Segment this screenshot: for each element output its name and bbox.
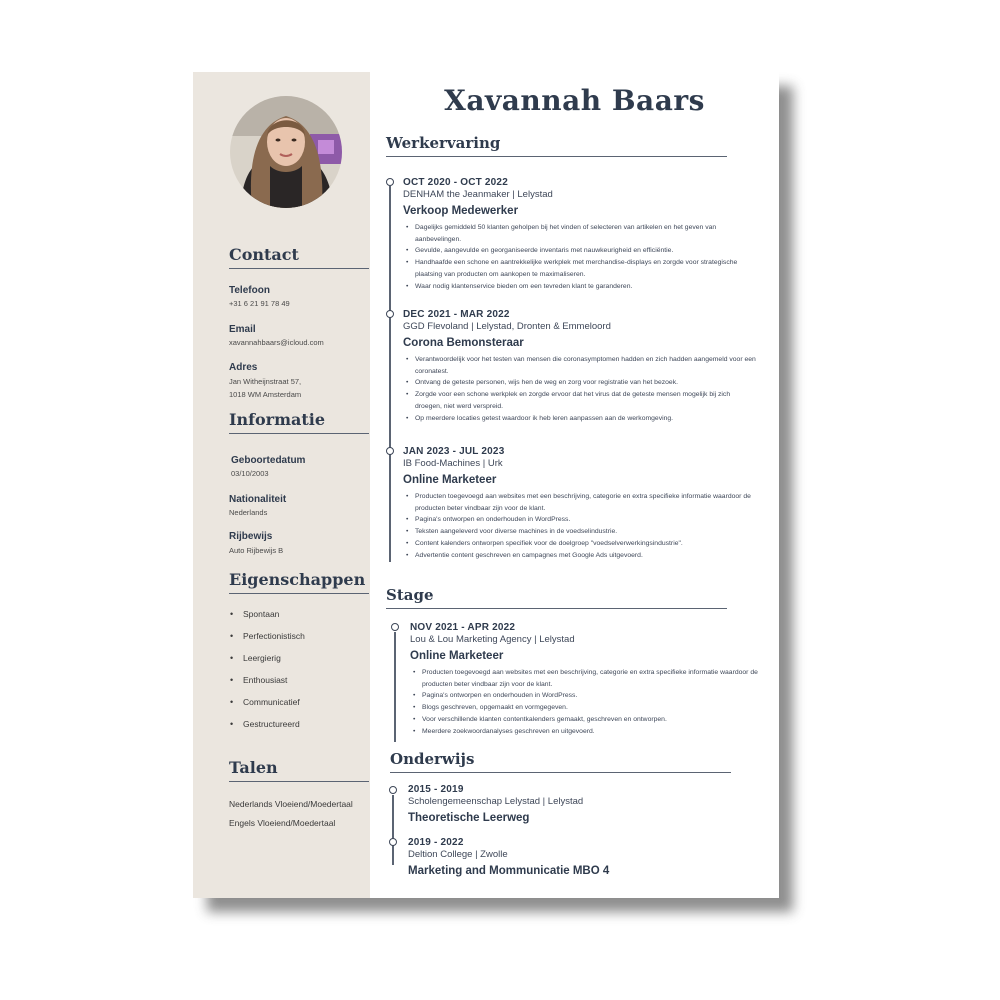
list-item: Leergierig [230,653,305,675]
education-title: Marketing and Mommunicatie MBO 4 [408,865,610,877]
work-heading: Werkervaring [386,134,727,157]
stage-role: Online Marketeer [410,650,504,662]
stage-entry: NOV 2021 - APR 2022 Lou & Lou Marketing … [410,622,760,737]
bullet-item: Producten toegevoegd aan websites met ee… [406,491,758,514]
bullet-item: Verantwoordelijk voor het testen van men… [406,354,758,377]
stage-date: NOV 2021 - APR 2022 [410,622,516,633]
nationality-label: Nationaliteit [229,494,287,505]
bullet-item: Pagina's ontworpen en onderhouden in Wor… [406,514,758,526]
bullet-item: Gevulde, aangevulde en georganiseerde in… [406,245,758,257]
list-item: Perfectionistisch [230,631,305,653]
birthdate-value: 03/10/2003 [231,469,269,478]
stage-heading: Stage [386,586,727,609]
phone-label: Telefoon [229,285,270,296]
timeline-line [394,632,396,742]
education-date: 2015 - 2019 [408,784,464,795]
traits-list: Spontaan Perfectionistisch Leergierig En… [229,609,305,741]
address-value: Jan Witheijnstraat 57, 1018 WM Amsterdam [229,377,302,399]
bullet-item: Content kalenders ontworpen specifiek vo… [406,538,758,550]
work-entry: DEC 2021 - MAR 2022 GGD Flevoland | Lely… [403,309,758,424]
work-role: Verkoop Medewerker [403,205,519,217]
bullet-item: Meerdere zoekwoordanalyses geschreven en… [413,726,760,738]
bullet-item: Advertentie content geschreven en campag… [406,550,758,562]
education-entry: 2019 - 2022 Deltion College | Zwolle Mar… [408,837,758,877]
work-org: IB Food-Machines | Urk [403,458,503,469]
bullet-item: Teksten aangeleverd voor diverse machine… [406,526,758,538]
work-bullets: Dagelijks gemiddeld 50 klanten geholpen … [403,222,758,292]
bullet-item: Voor verschillende klanten contentkalend… [413,714,760,726]
timeline-dot [386,447,394,455]
info-heading: Informatie [229,410,369,434]
bullet-item: Dagelijks gemiddeld 50 klanten geholpen … [406,222,758,245]
language-item: Nederlands Vloeiend/Moedertaal [229,799,353,809]
education-heading: Onderwijs [390,750,731,773]
timeline-dot [391,623,399,631]
email-label: Email [229,324,256,335]
nationality-value: Nederlands [229,508,268,517]
work-org: DENHAM the Jeanmaker | Lelystad [403,189,553,200]
education-school: Scholengemeenschap Lelystad | Lelystad [408,796,584,807]
bullet-item: Op meerdere locaties getest waardoor ik … [406,413,758,425]
bullet-item: Zorgde voor een schone werkplek en zorgd… [406,389,758,412]
contact-heading: Contact [229,245,369,269]
list-item: Enthousiast [230,675,305,697]
birthdate-label: Geboortedatum [231,455,306,466]
work-date: OCT 2020 - OCT 2022 [403,177,508,188]
candidate-name: Xavannah Baars [444,84,705,117]
timeline-dot [386,178,394,186]
bullet-item: Handhaafde een schone en aantrekkelijke … [406,257,758,280]
timeline-dot [386,310,394,318]
work-entry: OCT 2020 - OCT 2022 DENHAM the Jeanmaker… [403,177,758,292]
email-value: xavannahbaars@icloud.com [229,338,324,347]
bullet-item: Ontvang de geteste personen, wijs hen de… [406,377,758,389]
work-org: GGD Flevoland | Lelystad, Dronten & Emme… [403,321,611,332]
list-item: Gestructureerd [230,719,305,741]
bullet-item: Producten toegevoegd aan websites met ee… [413,667,760,690]
phone-value: +31 6 21 91 78 49 [229,299,290,308]
address-label: Adres [229,362,258,373]
list-item: Communicatief [230,697,305,719]
stage-bullets: Producten toegevoegd aan websites met ee… [410,667,760,737]
work-bullets: Producten toegevoegd aan websites met ee… [403,491,758,561]
work-role: Online Marketeer [403,474,497,486]
work-bullets: Verantwoordelijk voor het testen van men… [403,354,758,424]
work-date: JAN 2023 - JUL 2023 [403,446,505,457]
education-school: Deltion College | Zwolle [408,849,508,860]
sidebar: Contact Telefoon +31 6 21 91 78 49 Email… [193,72,370,898]
work-role: Corona Bemonsteraar [403,337,524,349]
profile-photo [230,96,342,208]
timeline-line [392,795,394,865]
education-title: Theoretische Leerweg [408,812,530,824]
list-item: Spontaan [230,609,305,631]
education-entry: 2015 - 2019 Scholengemeenschap Lelystad … [408,784,758,824]
bullet-item: Blogs geschreven, opgemaakt en vormgegev… [413,702,760,714]
bullet-item: Waar nodig klantenservice bieden om een … [406,281,758,293]
resume-page: Contact Telefoon +31 6 21 91 78 49 Email… [193,72,779,898]
timeline-dot [389,786,397,794]
education-date: 2019 - 2022 [408,837,464,848]
license-label: Rijbewijs [229,531,273,542]
timeline-dot [389,838,397,846]
license-value: Auto Rijbewijs B [229,546,284,555]
stage-org: Lou & Lou Marketing Agency | Lelystad [410,634,575,645]
work-date: DEC 2021 - MAR 2022 [403,309,510,320]
work-entry: JAN 2023 - JUL 2023 IB Food-Machines | U… [403,446,758,561]
traits-heading: Eigenschappen [229,570,369,594]
language-item: Engels Vloeiend/Moedertaal [229,818,336,828]
timeline-line [389,186,391,562]
bullet-item: Pagina's ontworpen en onderhouden in Wor… [413,690,760,702]
languages-heading: Talen [229,758,369,782]
